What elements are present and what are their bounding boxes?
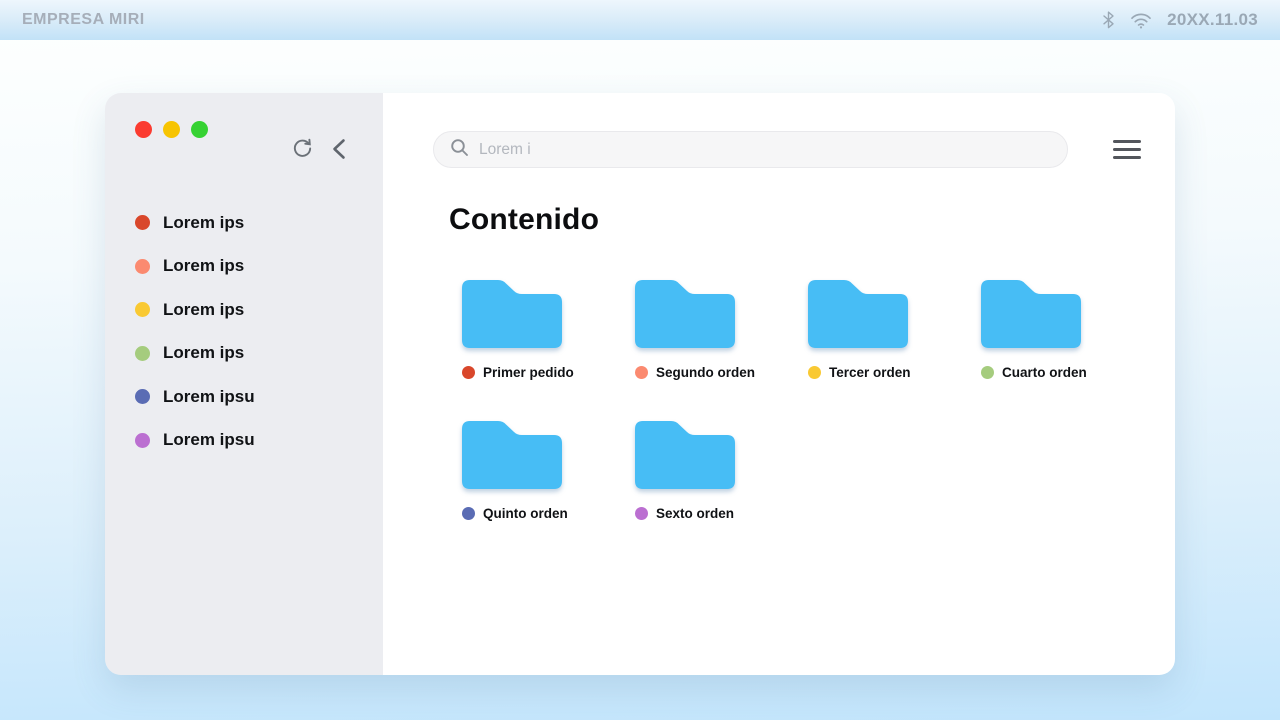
close-button[interactable]	[135, 121, 152, 138]
folder-label: Segundo orden	[635, 365, 735, 380]
sidebar-toolbar	[291, 137, 346, 163]
traffic-lights	[135, 121, 208, 138]
folder-icon	[462, 278, 562, 348]
sidebar-item-label: Lorem ips	[163, 256, 244, 276]
folder-name: Tercer orden	[829, 365, 911, 380]
zoom-button[interactable]	[191, 121, 208, 138]
refresh-button[interactable]	[291, 137, 314, 163]
folder-label: Primer pedido	[462, 365, 562, 380]
search-bar[interactable]	[433, 131, 1068, 168]
folder-item[interactable]: Primer pedido	[462, 278, 562, 380]
folder-icon	[981, 278, 1081, 348]
folder-item[interactable]: Segundo orden	[635, 278, 735, 380]
color-dot-icon	[635, 507, 648, 520]
color-dot-icon	[135, 389, 150, 404]
color-dot-icon	[808, 366, 821, 379]
folder-item[interactable]: Tercer orden	[808, 278, 908, 380]
bluetooth-icon	[1102, 11, 1115, 29]
folder-icon	[808, 278, 908, 348]
refresh-icon	[291, 148, 314, 163]
sidebar: Lorem ips Lorem ips Lorem ips Lorem ips …	[105, 93, 383, 675]
sidebar-item[interactable]: Lorem ips	[105, 332, 383, 376]
folder-icon	[635, 419, 735, 489]
color-dot-icon	[135, 433, 150, 448]
folder-grid: Primer pedido Segundo orden Tercer orden…	[462, 278, 1081, 521]
folder-label: Tercer orden	[808, 365, 908, 380]
main-panel: Contenido Primer pedido Segundo orden Te…	[383, 93, 1175, 675]
folder-item[interactable]: Sexto orden	[635, 419, 735, 521]
folder-icon	[635, 278, 735, 348]
color-dot-icon	[135, 346, 150, 361]
search-icon	[450, 138, 469, 162]
sidebar-item-label: Lorem ipsu	[163, 387, 255, 407]
folder-name: Quinto orden	[483, 506, 568, 521]
folder-label: Sexto orden	[635, 506, 735, 521]
sidebar-item[interactable]: Lorem ips	[105, 201, 383, 245]
color-dot-icon	[135, 302, 150, 317]
search-input[interactable]	[479, 141, 1051, 159]
minimize-button[interactable]	[163, 121, 180, 138]
folder-name: Cuarto orden	[1002, 365, 1087, 380]
sidebar-item[interactable]: Lorem ipsu	[105, 419, 383, 463]
color-dot-icon	[135, 259, 150, 274]
color-dot-icon	[135, 215, 150, 230]
company-name: EMPRESA MIRI	[22, 11, 145, 29]
sidebar-item[interactable]: Lorem ips	[105, 288, 383, 332]
sidebar-menu: Lorem ips Lorem ips Lorem ips Lorem ips …	[105, 201, 383, 462]
wifi-icon	[1130, 12, 1152, 29]
folder-item[interactable]: Cuarto orden	[981, 278, 1081, 380]
back-button[interactable]	[332, 138, 346, 163]
folder-icon	[462, 419, 562, 489]
sidebar-item[interactable]: Lorem ips	[105, 245, 383, 289]
chevron-left-icon	[332, 148, 346, 163]
folder-name: Sexto orden	[656, 506, 734, 521]
page-title: Contenido	[449, 203, 599, 237]
folder-label: Cuarto orden	[981, 365, 1081, 380]
system-topbar: EMPRESA MIRI 20XX.11.03	[0, 0, 1280, 40]
system-date: 20XX.11.03	[1167, 10, 1258, 30]
folder-name: Segundo orden	[656, 365, 755, 380]
menu-button[interactable]	[1113, 140, 1141, 159]
folder-name: Primer pedido	[483, 365, 574, 380]
color-dot-icon	[462, 507, 475, 520]
sidebar-item-label: Lorem ipsu	[163, 430, 255, 450]
sidebar-item-label: Lorem ips	[163, 213, 244, 233]
sidebar-item-label: Lorem ips	[163, 300, 244, 320]
status-area: 20XX.11.03	[1102, 10, 1258, 30]
folder-item[interactable]: Quinto orden	[462, 419, 562, 521]
color-dot-icon	[462, 366, 475, 379]
app-window: Lorem ips Lorem ips Lorem ips Lorem ips …	[105, 93, 1175, 675]
color-dot-icon	[981, 366, 994, 379]
hamburger-icon	[1113, 140, 1141, 143]
sidebar-item-label: Lorem ips	[163, 343, 244, 363]
sidebar-item[interactable]: Lorem ipsu	[105, 375, 383, 419]
color-dot-icon	[635, 366, 648, 379]
folder-label: Quinto orden	[462, 506, 562, 521]
